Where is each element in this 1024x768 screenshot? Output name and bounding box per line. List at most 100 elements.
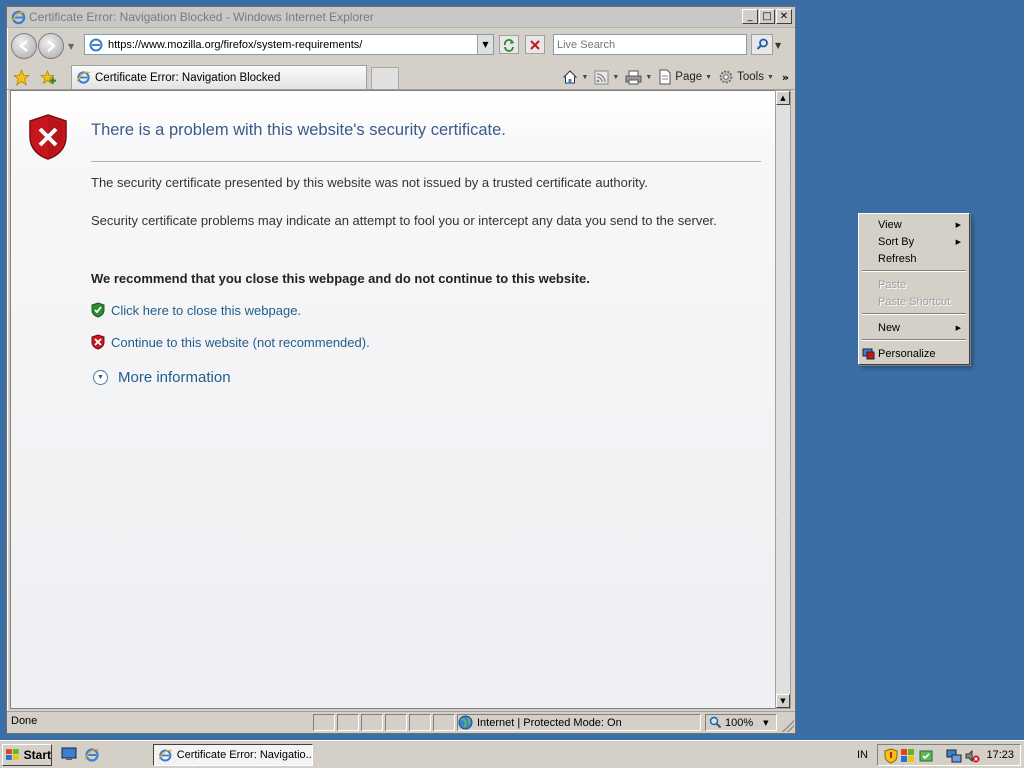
tools-menu-label: Tools [737,71,764,83]
scroll-down-button[interactable]: ▼ [776,694,790,708]
recommendation: We recommend that you close this webpage… [91,271,590,286]
close-button[interactable]: ✕ [776,9,792,24]
tab-label: Certificate Error: Navigation Blocked [95,71,281,84]
continue-to-website-link[interactable]: Continue to this website (not recommende… [111,335,370,350]
tools-menu[interactable]: Tools ▼ [718,69,774,85]
clock[interactable]: 17:23 [986,749,1014,761]
title-bar[interactable]: Certificate Error: Navigation Blocked - … [7,7,795,28]
window-title: Certificate Error: Navigation Blocked - … [29,10,374,24]
error-description: The security certificate presented by th… [91,175,648,190]
update-icon[interactable] [918,748,934,764]
minimize-icon: _ [747,10,753,22]
menu-item-refresh[interactable]: Refresh [861,250,967,267]
network-icon[interactable] [946,748,962,764]
continue-row: Continue to this website (not recommende… [91,334,370,350]
menu-item-label: New [878,321,901,334]
status-pane [337,714,359,731]
command-bar: ▼ ▼ ▼ Page ▼ Tools ▼ » [556,67,789,87]
menu-item-label: Paste Shortcut [878,295,951,308]
ie-icon[interactable] [84,747,100,763]
more-information-row[interactable]: ▼ More information [93,369,231,386]
page-menu-label: Page [675,71,703,83]
new-tab-button[interactable] [371,67,399,89]
ie-window: Certificate Error: Navigation Blocked - … [6,6,796,734]
expand-circle-icon[interactable]: ▼ [93,370,108,385]
more-commands-chevron[interactable]: » [782,71,789,84]
menu-item-label: Paste [878,278,907,291]
status-bar: Done Internet | Protected Mode: On 100% … [7,711,795,733]
scroll-up-button[interactable]: ▲ [776,91,790,105]
menu-separator [862,313,966,315]
windows-security-icon[interactable] [900,748,916,764]
refresh-button[interactable] [499,35,519,54]
submenu-arrow-icon: ▶ [955,324,961,332]
menu-item-label: Refresh [878,252,917,265]
security-shield-icon[interactable] [884,748,898,764]
status-pane [385,714,407,731]
ie-icon [10,9,26,25]
windows-flag-icon [5,749,19,760]
more-information-link[interactable]: More information [118,369,231,386]
close-webpage-link[interactable]: Click here to close this webpage. [111,303,301,318]
print-icon [625,70,642,84]
taskbar-ie-button[interactable]: Certificate Error: Navigatio... [153,744,313,766]
back-button[interactable] [11,33,37,59]
zoom-level: 100% [725,716,754,729]
close-icon: ✕ [779,10,789,22]
stop-button[interactable] [525,35,545,54]
status-text: Done [11,715,38,727]
ie-icon [158,748,173,762]
menu-item-paste-shortcut[interactable]: Paste Shortcut [861,293,967,310]
address-bar[interactable]: https://www.mozilla.org/firefox/system-r… [84,34,494,55]
maximize-icon: □ [762,10,772,22]
forward-icon [47,40,56,52]
language-indicator[interactable]: IN [857,749,868,761]
tab-certificate-error[interactable]: Certificate Error: Navigation Blocked [71,65,367,89]
minimize-button[interactable]: _ [742,9,758,24]
feeds-icon [594,70,609,84]
show-desktop-icon[interactable] [61,747,77,761]
vertical-scrollbar[interactable]: ▲ ▼ [775,90,791,709]
print-button[interactable]: ▼ [625,70,652,85]
security-zone[interactable]: Internet | Protected Mode: On [457,714,701,731]
menu-item-view[interactable]: View ▶ [861,216,967,233]
menu-item-paste[interactable]: Paste [861,276,967,293]
search-options-dropdown[interactable]: ▼ [775,41,781,50]
page-menu-icon [659,69,671,85]
shield-ok-icon [91,302,105,318]
maximize-button[interactable]: □ [759,9,775,24]
page-content: There is a problem with this website's s… [10,90,775,709]
page-menu[interactable]: Page ▼ [658,69,712,85]
search-button[interactable] [751,34,773,55]
menu-item-label: Personalize [878,347,936,360]
feeds-button[interactable]: ▼ [594,70,619,85]
address-text[interactable]: https://www.mozilla.org/firefox/system-r… [108,39,362,51]
menu-item-personalize[interactable]: Personalize [861,345,967,362]
volume-muted-icon[interactable] [964,748,980,764]
menu-item-new[interactable]: New ▶ [861,319,967,336]
search-input[interactable] [554,35,746,54]
page-icon [89,38,103,51]
tools-gear-icon [719,70,733,84]
menu-item-label: Sort By [878,235,915,248]
recent-pages-dropdown[interactable]: ▼ [68,42,74,51]
menu-item-sort-by[interactable]: Sort By ▶ [861,233,967,250]
ie-icon [76,71,91,84]
stop-icon [530,39,540,50]
favorites-star-icon[interactable] [13,69,30,86]
address-dropdown[interactable]: ▼ [477,35,493,54]
shield-error-icon [29,114,67,160]
start-button[interactable]: Start [2,744,52,766]
home-button[interactable]: ▼ [562,69,588,85]
status-pane [409,714,431,731]
zoom-icon [709,716,722,729]
forward-button[interactable] [38,33,64,59]
zoom-control[interactable]: 100% ▼ [705,714,777,731]
start-label: Start [23,748,51,762]
navigation-bar: ▼ https://www.mozilla.org/firefox/system… [7,29,795,63]
security-zone-label: Internet | Protected Mode: On [477,716,622,729]
menu-separator [862,339,966,341]
add-favorites-icon[interactable] [39,69,56,86]
resize-grip[interactable] [782,720,794,732]
search-box[interactable] [553,34,747,55]
